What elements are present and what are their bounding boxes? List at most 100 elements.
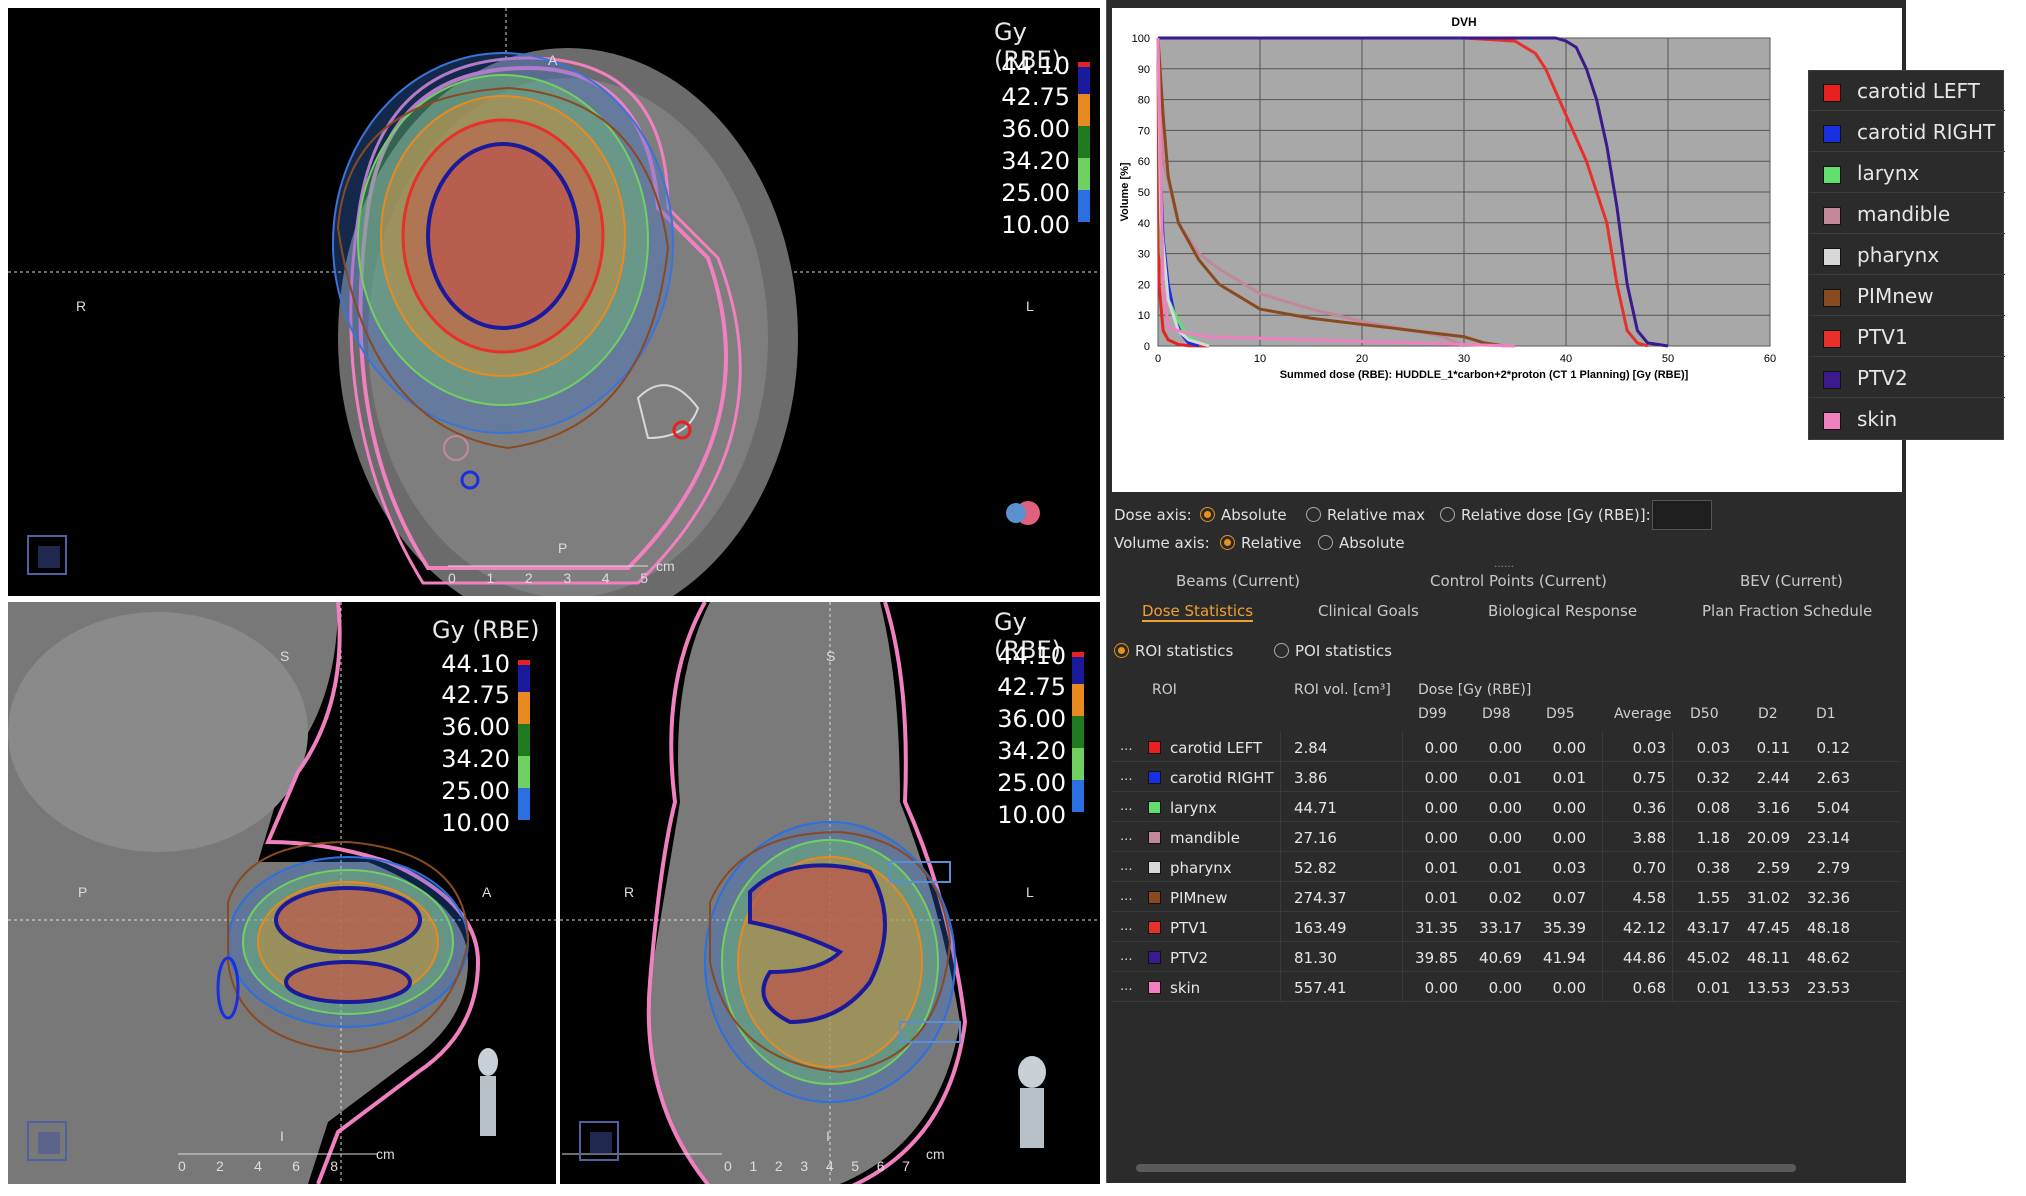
header-d2[interactable]: D2 (1758, 706, 1778, 722)
orientation-bottom: I (826, 1128, 830, 1144)
legend-item[interactable]: skin (1809, 399, 2005, 439)
poi-statistics-option[interactable]: POI statistics (1274, 642, 1392, 660)
cell-avg: 0.75 (1632, 769, 1666, 787)
dose-axis-relative-dose[interactable]: Relative dose [Gy (RBE)]: (1440, 506, 1651, 524)
radio-selected-icon[interactable] (1114, 643, 1129, 658)
tab-beams[interactable]: Beams (Current) (1176, 572, 1300, 590)
row-menu-button[interactable]: ... (1120, 977, 1133, 994)
header-d99[interactable]: D99 (1418, 706, 1447, 722)
row-menu-button[interactable]: ... (1120, 917, 1133, 934)
table-row[interactable]: ... PTV1 163.49 31.35 33.17 35.39 42.12 43.17 47… (1112, 912, 1900, 942)
column-divider (1672, 732, 1673, 1002)
table-row[interactable]: ... carotid LEFT 2.84 0.00 0.00 0.00 0.03 0.03 0… (1112, 732, 1900, 762)
cell-vol: 52.82 (1294, 859, 1337, 877)
header-roi[interactable]: ROI (1152, 682, 1177, 698)
y-tick-label: 10 (1138, 310, 1150, 322)
table-row[interactable]: ... pharynx 52.82 0.01 0.01 0.03 0.70 0.38 2.59 2… (1112, 852, 1900, 882)
legend-item[interactable]: larynx (1809, 153, 2005, 193)
dose-axis-absolute[interactable]: Absolute (1200, 506, 1287, 524)
row-menu-button[interactable]: ... (1120, 857, 1133, 874)
splitter-handle[interactable]: ...... (1494, 556, 1514, 570)
tab-biological-response[interactable]: Biological Response (1488, 602, 1637, 620)
coronal-viewport[interactable]: S R L I cm 0 1 2 3 4 5 6 7 Gy (RBE) 44.1… (560, 602, 1100, 1184)
tab-bev[interactable]: BEV (Current) (1740, 572, 1843, 590)
header-roi-volume[interactable]: ROI vol. [cm³] (1294, 682, 1391, 698)
row-menu-button[interactable]: ... (1120, 737, 1133, 754)
axial-viewport[interactable]: A R L P cm 0 1 2 3 4 5 Gy (RBE) 44.10 42… (8, 8, 1100, 596)
radio-icon[interactable] (1274, 643, 1289, 658)
sagittal-viewport[interactable]: S P A I cm 0 2 4 6 8 Gy (RBE) 44.10 42.7… (8, 602, 556, 1184)
legend-item[interactable]: mandible (1809, 194, 2005, 234)
roi-color-swatch (1148, 981, 1161, 994)
row-menu-button[interactable]: ... (1120, 887, 1133, 904)
header-average[interactable]: Average (1614, 706, 1672, 722)
orientation-left: P (78, 884, 88, 900)
roi-color-swatch (1148, 741, 1161, 754)
ruler-tick: 2 (216, 1158, 224, 1174)
column-divider (1280, 732, 1281, 1002)
header-dose: Dose [Gy (RBE)] (1418, 682, 1532, 698)
header-d50[interactable]: D50 (1690, 706, 1719, 722)
tab-plan-fraction-schedule[interactable]: Plan Fraction Schedule (1702, 602, 1872, 620)
roi-name: mandible (1170, 829, 1240, 847)
cell-vol: 557.41 (1294, 979, 1347, 997)
legend-item[interactable]: pharynx (1809, 235, 2005, 275)
table-row[interactable]: ... PTV2 81.30 39.85 40.69 41.94 44.86 45.02 48.… (1112, 942, 1900, 972)
radio-selected-icon[interactable] (1200, 507, 1215, 522)
orientation-right: A (482, 884, 492, 900)
tab-dose-statistics[interactable]: Dose Statistics (1142, 602, 1254, 622)
radio-icon[interactable] (1318, 535, 1333, 550)
cell-d95: 35.39 (1543, 919, 1586, 937)
horizontal-scrollbar[interactable] (1122, 1160, 1892, 1176)
y-tick-label: 100 (1132, 33, 1150, 45)
cell-d50: 0.08 (1696, 799, 1730, 817)
volume-axis-relative[interactable]: Relative (1220, 534, 1302, 552)
dose-axis-relative-max[interactable]: Relative max (1306, 506, 1425, 524)
header-d95[interactable]: D95 (1546, 706, 1575, 722)
row-menu-button[interactable]: ... (1120, 767, 1133, 784)
cell-avg: 0.36 (1632, 799, 1666, 817)
legend-label: pharynx (1857, 243, 1940, 267)
table-row[interactable]: ... mandible 27.16 0.00 0.00 0.00 3.88 1.18 20.0… (1112, 822, 1900, 852)
radio-icon[interactable] (1306, 507, 1321, 522)
table-row[interactable]: ... larynx 44.71 0.00 0.00 0.00 0.36 0.08 3.16 5.… (1112, 792, 1900, 822)
header-d98[interactable]: D98 (1482, 706, 1511, 722)
dose-axis-label: Dose axis: (1114, 506, 1192, 524)
cell-vol: 2.84 (1294, 739, 1328, 757)
dose-scale-value: 34.20 (1001, 147, 1070, 175)
legend-item[interactable]: PIMnew (1809, 276, 2005, 316)
dose-scale-value: 36.00 (997, 705, 1066, 733)
cell-d50: 0.32 (1696, 769, 1730, 787)
row-menu-button[interactable]: ... (1120, 797, 1133, 814)
legend-item[interactable]: PTV2 (1809, 358, 2005, 398)
legend-swatch (1823, 289, 1841, 307)
y-tick-label: 50 (1138, 187, 1150, 199)
table-row[interactable]: ... carotid RIGHT 3.86 0.00 0.01 0.01 0.75 0.32… (1112, 762, 1900, 792)
cell-d1: 5.04 (1816, 799, 1850, 817)
relative-dose-input[interactable] (1652, 500, 1712, 530)
dose-scale-value: 36.00 (1001, 115, 1070, 143)
dvh-svg: 0 10 20 30 40 50 60 0 10 20 30 40 50 60 70 80 90 100 DVH Su… (1119, 15, 1776, 381)
ruler-unit: cm (376, 1146, 395, 1162)
volume-axis-absolute[interactable]: Absolute (1318, 534, 1405, 552)
orientation-bottom: I (280, 1128, 284, 1144)
header-d1[interactable]: D1 (1816, 706, 1836, 722)
scrollbar-thumb[interactable] (1136, 1164, 1796, 1172)
cell-d1: 32.36 (1807, 889, 1850, 907)
roi-statistics-option[interactable]: ROI statistics (1114, 642, 1233, 660)
tab-control-points[interactable]: Control Points (Current) (1430, 572, 1607, 590)
radio-icon[interactable] (1440, 507, 1455, 522)
tab-clinical-goals[interactable]: Clinical Goals (1318, 602, 1419, 620)
legend-item[interactable]: PTV1 (1809, 317, 2005, 357)
radio-selected-icon[interactable] (1220, 535, 1235, 550)
ruler-tick: 4 (601, 570, 610, 586)
table-row[interactable]: ... skin 557.41 0.00 0.00 0.00 0.68 0.01 13.53 23… (1112, 972, 1900, 1002)
y-tick-label: 90 (1138, 64, 1150, 76)
table-row[interactable]: ... PIMnew 274.37 0.01 0.02 0.07 4.58 1.55 31.02… (1112, 882, 1900, 912)
row-menu-button[interactable]: ... (1120, 827, 1133, 844)
legend-item[interactable]: carotid LEFT (1809, 71, 2005, 111)
row-menu-button[interactable]: ... (1120, 947, 1133, 964)
x-axis-label: Summed dose (RBE): HUDDLE_1*carbon+2*pro… (1280, 369, 1689, 381)
option-label: ROI statistics (1135, 642, 1234, 660)
legend-item[interactable]: carotid RIGHT (1809, 112, 2005, 152)
